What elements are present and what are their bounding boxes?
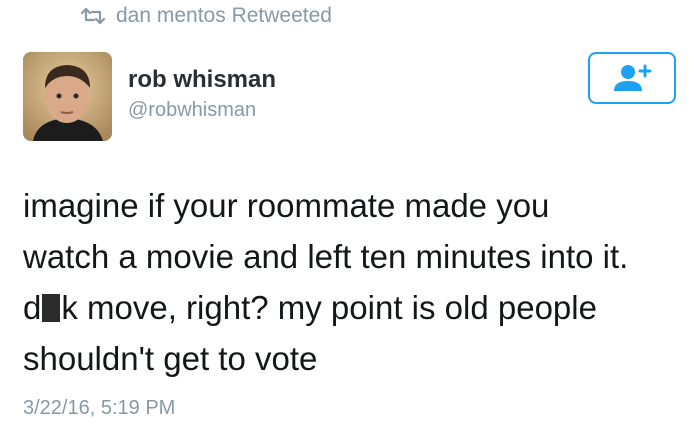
tweet-line-4: shouldn't get to vote [23, 340, 318, 377]
tweet-timestamp[interactable]: 3/22/16, 5:19 PM [23, 397, 175, 420]
add-user-icon [614, 64, 652, 91]
retweet-icon [80, 7, 106, 25]
tweet-line-3-start: d [23, 289, 42, 326]
retweet-context: dan mentos Retweeted [80, 4, 332, 28]
tweet-line-1: imagine if your roommate made you [23, 187, 550, 224]
author-handle[interactable]: @robwhisman [128, 99, 256, 122]
avatar[interactable] [23, 52, 112, 141]
retweet-label: dan mentos Retweeted [116, 4, 332, 27]
author-name[interactable]: rob whisman [128, 66, 276, 94]
tweet-line-3: d k move, right? my point is old people [23, 282, 683, 333]
tweet-line-2: watch a movie and left ten minutes into … [23, 238, 629, 275]
redaction-block [42, 294, 61, 322]
follow-button[interactable] [588, 52, 676, 104]
tweet-line-3-end: k move, right? my point is old people [61, 289, 597, 326]
tweet-text: imagine if your roommate made you watch … [23, 180, 683, 384]
